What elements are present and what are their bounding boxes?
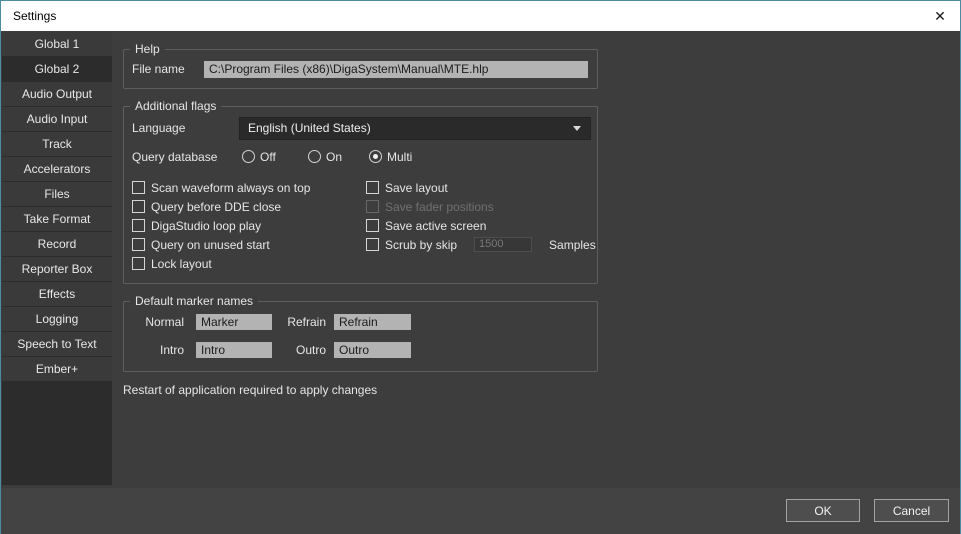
checkbox-column-right: Save layout Save fader positions Save ac… [366, 178, 591, 254]
sidebar-item[interactable]: Record [2, 232, 112, 257]
close-icon: ✕ [934, 8, 946, 25]
sidebar-item[interactable]: Audio Input [2, 107, 112, 132]
window-title: Settings [13, 9, 56, 23]
sidebar-item[interactable]: Global 1 [2, 32, 112, 57]
checkbox-row[interactable]: Lock layout [132, 254, 364, 273]
restart-note: Restart of application required to apply… [123, 383, 377, 397]
marker-field: Outro Outro [272, 342, 411, 358]
sidebar-item[interactable]: Global 2 [2, 57, 112, 82]
sidebar-item[interactable]: Files [2, 182, 112, 207]
chevron-down-icon [573, 126, 581, 131]
ok-button[interactable]: OK [786, 499, 860, 522]
marker-field: Refrain Refrain [272, 314, 411, 330]
sidebar-item[interactable]: Effects [2, 282, 112, 307]
sidebar-item[interactable]: Ember+ [2, 357, 112, 382]
marker-field-label: Outro [272, 343, 326, 357]
additional-flags-legend: Additional flags [130, 99, 221, 114]
marker-name-input[interactable]: Intro [196, 342, 272, 358]
checkbox-icon [366, 219, 379, 232]
sidebar-item[interactable]: Reporter Box [2, 257, 112, 282]
language-label: Language [132, 121, 185, 136]
sidebar-item[interactable]: Speech to Text [2, 332, 112, 357]
checkbox-icon [132, 257, 145, 270]
marker-name-input[interactable]: Marker [196, 314, 272, 330]
checkbox-icon [366, 181, 379, 194]
radio-option[interactable]: Off [242, 150, 308, 164]
marker-name-input[interactable]: Refrain [334, 314, 411, 330]
radio-icon [242, 150, 255, 163]
radio-option[interactable]: On [308, 150, 369, 164]
titlebar: Settings ✕ [1, 1, 960, 31]
checkbox-save-layout[interactable]: Save layout [366, 178, 591, 197]
footer-bar: OK Cancel [1, 488, 960, 534]
sidebar-item[interactable]: Accelerators [2, 157, 112, 182]
marker-field-label: Refrain [272, 315, 326, 329]
query-database-radio-group: Off On Multi [242, 147, 412, 166]
language-dropdown[interactable]: English (United States) [239, 117, 591, 140]
marker-field-label: Intro [124, 343, 184, 357]
checkbox-save-active-screen[interactable]: Save active screen [366, 216, 591, 235]
checkbox-icon [366, 238, 379, 251]
checkbox-row[interactable]: DigaStudio loop play [132, 216, 364, 235]
radio-icon [369, 150, 382, 163]
sidebar: Global 1 Global 2 Audio Output Audio Inp… [2, 32, 112, 485]
radio-icon [308, 150, 321, 163]
checkbox-icon [132, 200, 145, 213]
help-group: Help File name C:\Program Files (x86)\Di… [123, 49, 598, 89]
file-name-label: File name [132, 62, 185, 77]
additional-flags-group: Additional flags Language English (Unite… [123, 106, 598, 284]
samples-unit-label: Samples [549, 238, 596, 252]
query-database-label: Query database [132, 150, 217, 165]
checkbox-save-fader-positions: Save fader positions [366, 197, 591, 216]
sidebar-item[interactable]: Logging [2, 307, 112, 332]
checkbox-row[interactable]: Scan waveform always on top [132, 178, 364, 197]
sidebar-item[interactable]: Audio Output [2, 82, 112, 107]
file-name-input[interactable]: C:\Program Files (x86)\DigaSystem\Manual… [204, 61, 588, 78]
sidebar-item[interactable]: Take Format [2, 207, 112, 232]
marker-grid: Normal Marker Refrain Refrain Intro Intr… [124, 314, 411, 358]
marker-field: Intro Intro [124, 342, 272, 358]
checkbox-row[interactable]: Query before DDE close [132, 197, 364, 216]
checkbox-scrub-by-skip[interactable]: Scrub by skip 1500 Samples [366, 235, 591, 254]
marker-field-label: Normal [124, 315, 184, 329]
cancel-button[interactable]: Cancel [874, 499, 949, 522]
checkbox-row[interactable]: Query on unused start [132, 235, 364, 254]
scrub-samples-input: 1500 [474, 237, 532, 252]
marker-field: Normal Marker [124, 314, 272, 330]
sidebar-item[interactable]: Track [2, 132, 112, 157]
settings-window: Settings ✕ Global 1 Global 2 Audio Outpu… [0, 0, 961, 534]
marker-names-group: Default marker names Normal Marker Refra… [123, 301, 598, 372]
close-button[interactable]: ✕ [920, 1, 960, 31]
checkbox-icon [132, 238, 145, 251]
help-group-legend: Help [130, 42, 165, 57]
language-selected-value: English (United States) [248, 121, 371, 135]
marker-name-input[interactable]: Outro [334, 342, 411, 358]
checkbox-icon [132, 219, 145, 232]
marker-names-legend: Default marker names [130, 294, 258, 309]
checkbox-icon [366, 200, 379, 213]
checkbox-column-left: Scan waveform always on top Query before… [132, 178, 364, 273]
radio-option[interactable]: Multi [369, 150, 412, 164]
checkbox-icon [132, 181, 145, 194]
